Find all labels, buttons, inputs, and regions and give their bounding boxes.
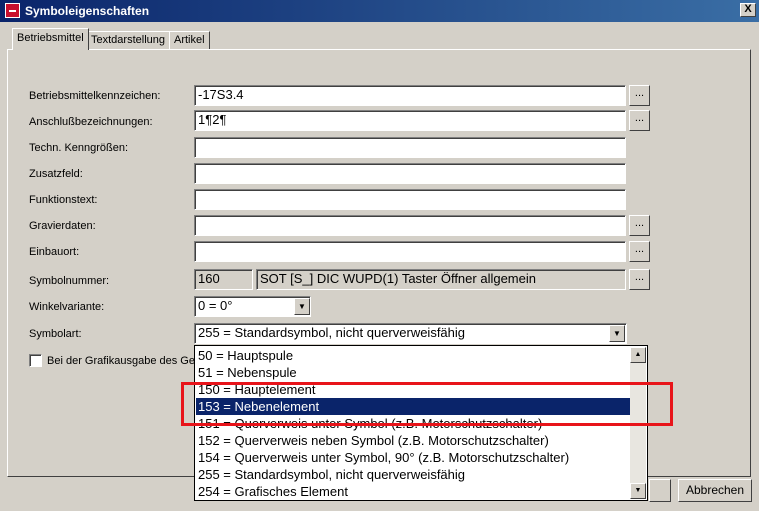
symbol-description: SOT [S_] DIC WUPD(1) Taster Öffner allge… <box>256 269 626 290</box>
einbauort-input[interactable] <box>194 241 626 262</box>
dropdown-option[interactable]: 255 = Standardsymbol, nicht querverweisf… <box>196 466 632 483</box>
kenngroessen-label: Techn. Kenngrößen: <box>29 142 129 154</box>
scroll-down-icon[interactable]: ▼ <box>630 483 646 499</box>
symbolart-label: Symbolart: <box>29 328 82 340</box>
dropdown-option[interactable]: 50 = Hauptspule <box>196 347 632 364</box>
dropdown-option[interactable]: 254 = Grafisches Element <box>196 483 632 500</box>
annotation-highlight-box <box>181 382 673 426</box>
funktionstext-label: Funktionstext: <box>29 194 98 206</box>
betriebsmittel-browse-button[interactable]: ... <box>629 85 650 106</box>
grafikausgabe-label: Bei der Grafikausgabe des Gera <box>47 355 205 367</box>
gravierdaten-label: Gravierdaten: <box>29 220 96 232</box>
symbolnummer-label: Symbolnummer: <box>29 275 110 287</box>
symbolart-dropdown-icon[interactable]: ▼ <box>609 325 625 342</box>
anschluss-browse-button[interactable]: ... <box>629 110 650 131</box>
zusatzfeld-label: Zusatzfeld: <box>29 168 83 180</box>
scroll-up-icon[interactable]: ▲ <box>630 347 646 363</box>
kenngroessen-input[interactable] <box>194 137 626 158</box>
anschluss-input[interactable]: 1¶2¶ <box>194 110 626 131</box>
gravierdaten-browse-button[interactable]: ... <box>629 215 650 236</box>
symbolart-select[interactable]: 255 = Standardsymbol, nicht querverweisf… <box>194 323 627 344</box>
winkel-dropdown-icon[interactable]: ▼ <box>294 298 310 315</box>
betriebsmittel-input[interactable]: -17S3.4 <box>194 85 626 106</box>
funktionstext-input[interactable] <box>194 189 626 210</box>
einbauort-label: Einbauort: <box>29 246 80 258</box>
gravierdaten-input[interactable] <box>194 215 626 236</box>
winkel-label: Winkelvariante: <box>29 301 105 313</box>
dropdown-option[interactable]: 152 = Querverweis neben Symbol (z.B. Mot… <box>196 432 632 449</box>
symbolnummer-input: 160 <box>194 269 253 290</box>
dropdown-option[interactable]: 154 = Querverweis unter Symbol, 90° (z.B… <box>196 449 632 466</box>
einbauort-browse-button[interactable]: ... <box>629 241 650 262</box>
betriebsmittel-label: Betriebsmittelkennzeichen: <box>29 90 161 102</box>
symbolnummer-browse-button[interactable]: ... <box>629 269 650 290</box>
dropdown-option[interactable]: 51 = Nebenspule <box>196 364 632 381</box>
grafikausgabe-checkbox[interactable] <box>29 354 42 367</box>
zusatzfeld-input[interactable] <box>194 163 626 184</box>
anschluss-label: Anschlußbezeichnungen: <box>29 116 153 128</box>
